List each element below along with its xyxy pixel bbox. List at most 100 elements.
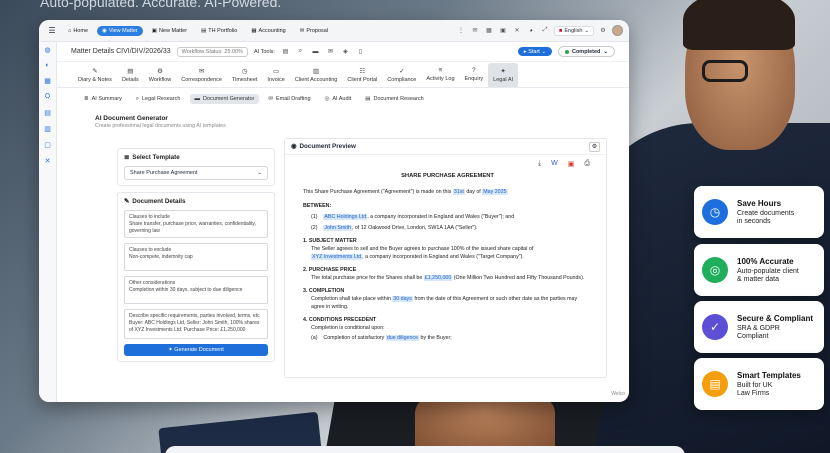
fullscreen-icon[interactable]: ⤢ <box>540 27 550 34</box>
tab-legal-ai[interactable]: ✦ Legal AI <box>488 63 519 87</box>
generator-form: ≣ Select Template Share Purchase Agreemen… <box>117 148 275 362</box>
marketing-headline: Auto-populated. Accurate. AI-Powered. <box>40 0 282 10</box>
workflow-status-select[interactable]: Workflow Status: 25.00% <box>176 46 248 57</box>
requirements-field[interactable]: Describe specific requirements, parties … <box>124 309 268 339</box>
tab-workflow[interactable]: ⚙ Workflow <box>144 63 177 87</box>
document-icon[interactable]: ▤ <box>281 48 290 55</box>
ai-tools-label: AI Tools: <box>253 48 275 55</box>
portfolio-icon: ▤ <box>201 27 207 34</box>
dashboard-icon[interactable]: ◍ <box>44 46 50 54</box>
tab-activity-log[interactable]: ≡ Activity Log <box>421 63 459 87</box>
field-value: Share transfer, purchase price, warranti… <box>129 221 256 234</box>
language-label: English <box>564 27 583 34</box>
subtab-ai-summary[interactable]: ≣ AI Summary <box>79 94 127 104</box>
tab-invoice[interactable]: ▭ Invoice <box>262 63 289 87</box>
word-export-icon[interactable]: W <box>551 160 558 168</box>
highlight: £1,250,000 <box>423 275 453 281</box>
user-avatar[interactable] <box>612 25 623 36</box>
clauses-include-field[interactable]: Clauses to include Share transfer, purcha… <box>124 210 268 238</box>
nav-th-portfolio[interactable]: ▤ TH Portfolio <box>196 26 242 36</box>
feature-desc-line: Built for UK <box>737 381 773 389</box>
email-icon[interactable]: ✉ <box>470 27 480 34</box>
subtab-document-generator[interactable]: ▬ Document Generator <box>189 94 260 104</box>
bottom-search-bar <box>165 446 685 453</box>
generate-document-button[interactable]: ✦ Generate Document <box>124 344 268 356</box>
tab-compliance[interactable]: ✓ Compliance <box>382 63 421 87</box>
text: (One Million Two Hundred and Fifty Thous… <box>453 275 585 281</box>
tools-icon[interactable]: ✕ <box>45 157 51 165</box>
module-tabs: ✎ Diary & Notes ▤ Details ⚙ Workflow ✉ Correspo… <box>57 62 629 88</box>
feature-icon: ▤ <box>702 371 728 397</box>
grid-icon[interactable]: ▦ <box>484 27 494 34</box>
nav-home[interactable]: ⌂ Home <box>63 26 93 36</box>
settings-icon[interactable]: ⚙ <box>589 141 600 152</box>
template-select[interactable]: Share Purchase Agreement ⌄ <box>124 166 268 180</box>
tab-icon: ⚙ <box>157 67 163 75</box>
hamburger-menu-icon[interactable]: ☰ <box>45 26 59 35</box>
subtab-legal-research[interactable]: ⌕ Legal Research <box>131 94 186 105</box>
palette-icon[interactable]: ◕ <box>526 28 536 34</box>
tab-client-accounting[interactable]: ▥ Client Accounting <box>290 63 343 87</box>
tab-client-portal[interactable]: ☷ Client Portal <box>342 63 382 87</box>
tab-enquiry[interactable]: ? Enquiry <box>460 63 489 87</box>
files-icon[interactable]: ▢ <box>44 141 51 149</box>
tab-diary-notes[interactable]: ✎ Diary & Notes <box>73 63 117 87</box>
tools-icon[interactable]: ✕ <box>512 27 522 34</box>
nav-accounting[interactable]: ▦ Accounting <box>246 26 290 36</box>
highlight: due diligence <box>385 335 420 341</box>
feature-icon: ◷ <box>702 199 728 225</box>
folder-icon[interactable]: ▬ <box>311 49 320 55</box>
text: The total purchase price for the Shares … <box>311 275 423 281</box>
preview-title: ◉ Document Preview <box>291 143 356 150</box>
matters-icon[interactable]: ◐ <box>45 62 49 69</box>
field-label: Describe specific requirements, parties … <box>129 313 260 319</box>
tab-label: Correspondence <box>181 76 222 83</box>
feature-desc-line: Compliant <box>737 332 769 340</box>
calendar-icon[interactable]: ▣ <box>498 27 508 34</box>
feature-desc: Auto-populate client & matter data <box>737 268 799 284</box>
tab-correspondence[interactable]: ✉ Correspondence <box>176 63 227 87</box>
nav-new-matter[interactable]: ▣ New Matter <box>147 26 192 36</box>
tab-label: Workflow <box>148 76 172 83</box>
status-select[interactable]: Completed ⌄ <box>557 46 615 57</box>
preview-title-text: Document Preview <box>299 143 356 150</box>
language-select[interactable]: ■ English ⌄ <box>554 25 594 36</box>
subtab-ai-audit[interactable]: ◎ AI Audit <box>320 94 357 104</box>
contacts-icon[interactable]: ⛭ <box>45 93 51 101</box>
other-considerations-field[interactable]: Other considerations Completion within 30… <box>124 276 268 304</box>
nav-proposal[interactable]: ✉ Proposal <box>295 26 333 36</box>
section-1-text: The Seller agrees to sell and the Buyer … <box>303 245 592 261</box>
feature-text: 100% Accurate Auto-populate client & matte… <box>737 257 799 284</box>
settings-icon[interactable]: ⚙ <box>598 27 608 34</box>
subtab-document-research[interactable]: ▤ Document Research <box>360 94 428 104</box>
start-button[interactable]: ▸ Start ⌄ <box>517 47 552 56</box>
file-icon[interactable]: ▯ <box>356 48 365 55</box>
clients-icon[interactable]: ▦ <box>44 77 51 85</box>
section-3-text: Completion shall take place within 30 da… <box>303 295 592 311</box>
clauses-exclude-field[interactable]: Clauses to exclude Non-compete, indemnity… <box>124 243 268 271</box>
eye-icon: ◉ <box>291 143 297 150</box>
highlight: 30 days <box>392 296 413 302</box>
more-vertical-icon[interactable]: ⋮ <box>456 27 466 34</box>
reports-icon[interactable]: ▥ <box>44 125 51 133</box>
nav-view-matter[interactable]: ◉ View Matter <box>97 25 143 36</box>
tab-details[interactable]: ▤ Details <box>117 63 144 87</box>
subtab-email-drafting[interactable]: ✉ Email Drafting <box>263 94 315 104</box>
documents-icon[interactable]: ▤ <box>44 109 51 117</box>
download-icon[interactable]: ⤓ <box>538 160 541 168</box>
document-details-title: ✎ Document Details <box>124 198 268 205</box>
shield-icon[interactable]: ◈ <box>341 48 350 55</box>
feature-desc-line: SRA & GDPR <box>737 324 780 332</box>
email-icon[interactable]: ✉ <box>326 48 335 55</box>
search-icon[interactable]: ⌕ <box>296 48 305 55</box>
edit-icon: ✎ <box>124 198 130 205</box>
glasses-shape <box>702 60 748 82</box>
subtab-icon: ▤ <box>365 96 371 102</box>
field-label: Clauses to exclude <box>129 247 172 253</box>
pdf-export-icon[interactable]: ▣ <box>568 160 575 168</box>
tab-timesheet[interactable]: ◷ Timesheet <box>227 63 262 87</box>
print-icon[interactable]: ⎙ <box>584 160 590 168</box>
highlight: John Smith <box>323 225 352 231</box>
text: , a company incorporated in England and … <box>367 214 515 220</box>
intro-paragraph: This Share Purchase Agreement ("Agreemen… <box>303 188 592 196</box>
